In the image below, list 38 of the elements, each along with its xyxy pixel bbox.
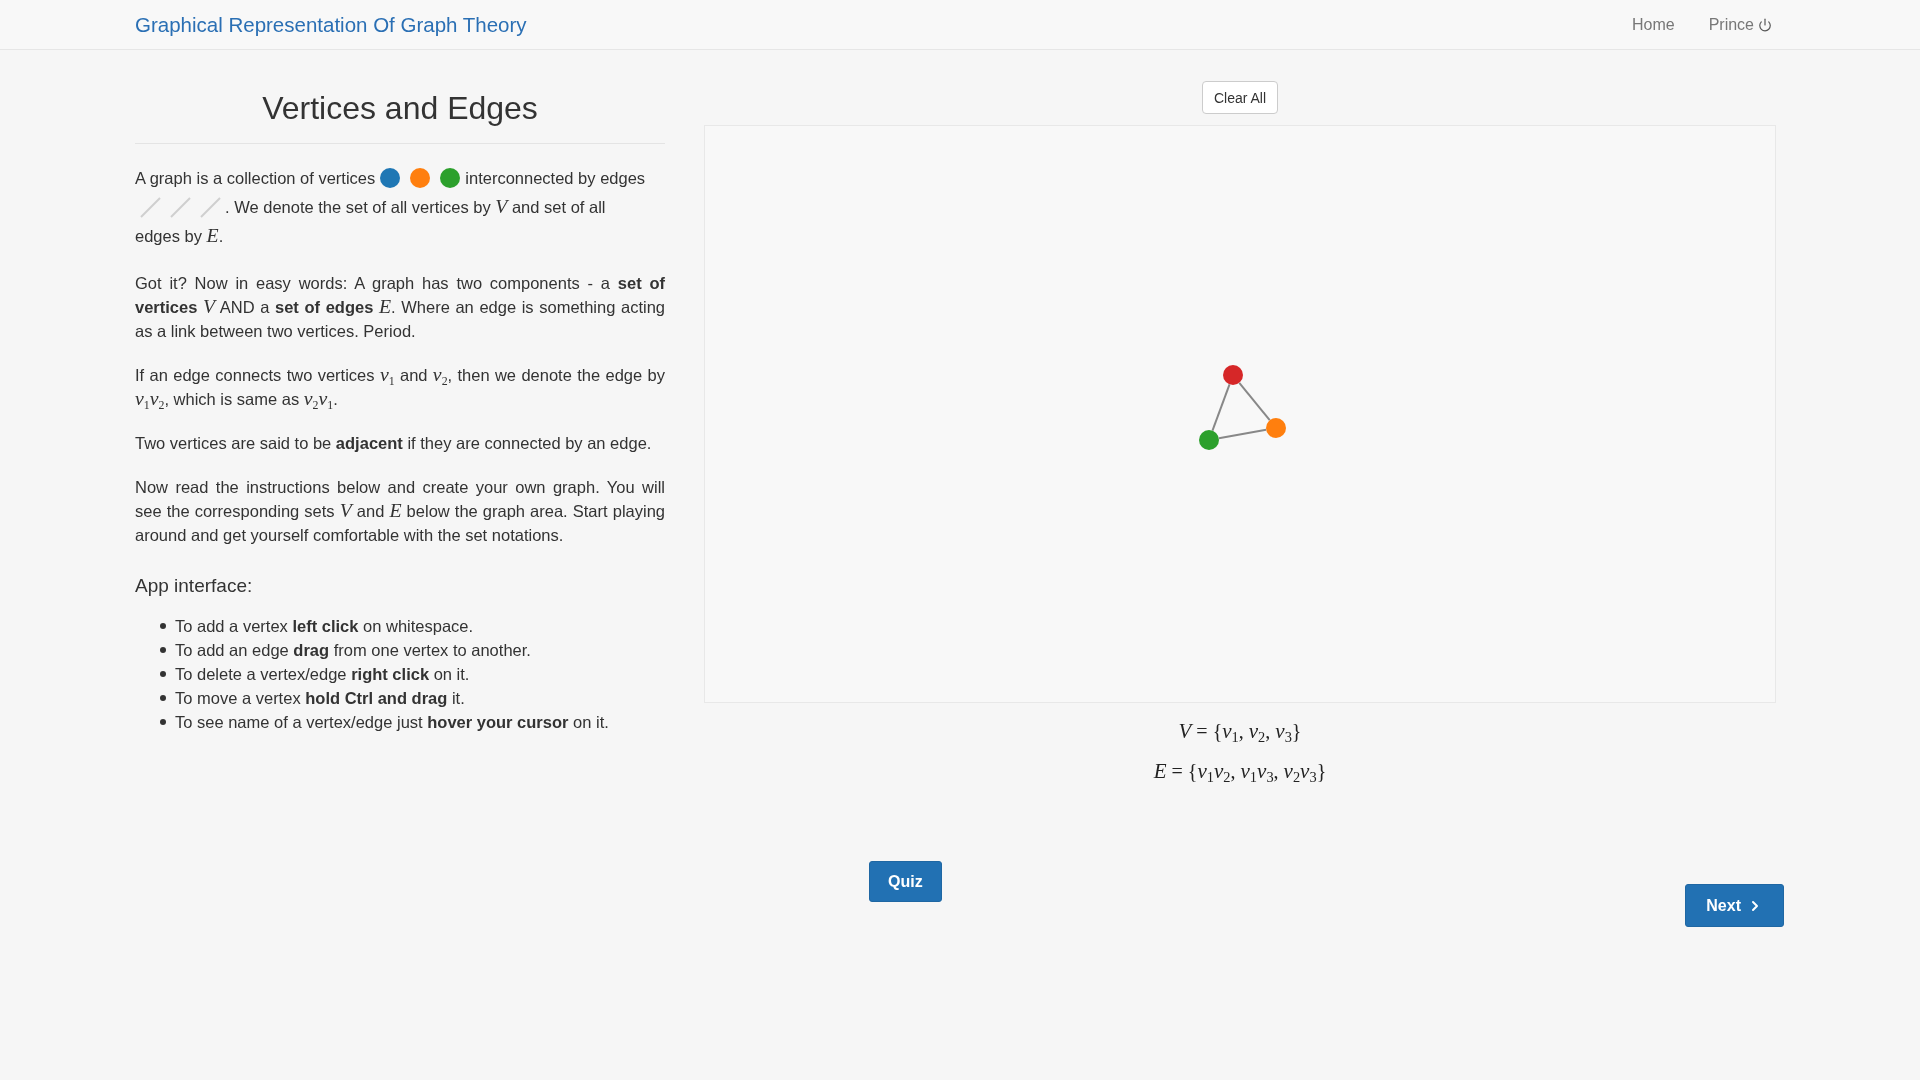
vertex-node[interactable] [1223, 365, 1243, 385]
slash-icon [200, 197, 221, 218]
page-heading: Vertices and Edges [261, 89, 539, 128]
intro-text: A graph is a collection of vertices [135, 169, 376, 187]
paragraph: Now read the instructions below and create your own graph. You will see the corresponding sets V and E below the graph area. Start playing around and get yourself comfortable with the set notations. [135, 477, 665, 546]
instruction-text: To delete a vertex/edge right click on it. [175, 664, 470, 685]
edge-line[interactable] [1211, 383, 1231, 432]
power-icon [1758, 17, 1772, 32]
account-link[interactable]: Prince [1708, 15, 1772, 34]
nav-link[interactable]: Home [1631, 15, 1675, 34]
instruction-text: To add a vertex left click on whitespace. [175, 616, 474, 637]
section-heading: App interface: [135, 574, 254, 598]
vertex-node[interactable] [1199, 430, 1219, 450]
instruction-text: To see name of a vertex/edge just hover your cursor on it. [175, 712, 609, 733]
intro-text: . We denote the set of all vertices by V and set of all [225, 198, 606, 216]
bullet-icon [160, 623, 166, 629]
paragraph: Two vertices are said to be adjacent if they are connected by an edge. [135, 433, 653, 454]
clear-all-button[interactable]: Clear All [1201, 81, 1279, 114]
intro-text: edges by E. [135, 223, 224, 248]
slash-icon [140, 197, 161, 218]
paragraph: If an edge connects two vertices v$_{1}$ and v$_{2}$, then we denote the edge by v$_{1}$v$_{2}$, which is same as v$_{2}$v$_{1}$. [135, 363, 665, 411]
set-formula: V = {v$_{1}$, v$_{2}$, v$_{3}$} [1178, 718, 1302, 748]
bullet-icon [160, 647, 166, 653]
vertex-node[interactable] [1266, 418, 1286, 438]
slash-icon [170, 197, 191, 218]
instruction-text: To add an edge drag from one vertex to another. [175, 640, 531, 661]
intro-text: interconnected by edges [465, 169, 646, 187]
bullet-icon [160, 695, 166, 701]
bullet-icon [160, 671, 166, 677]
bullet-icon [160, 719, 166, 725]
next-button[interactable]: Next [1685, 884, 1784, 927]
set-formula: E = {v$_{1}$v$_{2}$, v$_{1}$v$_{3}$, v$_{2}$v$_{3}$} [1153, 758, 1327, 788]
instruction-text: To move a vertex hold Ctrl and drag it. [175, 688, 465, 709]
edge-line[interactable] [1238, 381, 1271, 422]
quiz-button[interactable]: Quiz [869, 861, 942, 902]
paragraph: Got it? Now in easy words: A graph has two components - a set of vertices V AND a set of edges E. Where an edge is something acting as a link between two vertices. Period. [135, 273, 665, 342]
brand-link[interactable]: Graphical Representation Of Graph Theory [135, 12, 527, 37]
edge-line[interactable] [1217, 428, 1268, 440]
